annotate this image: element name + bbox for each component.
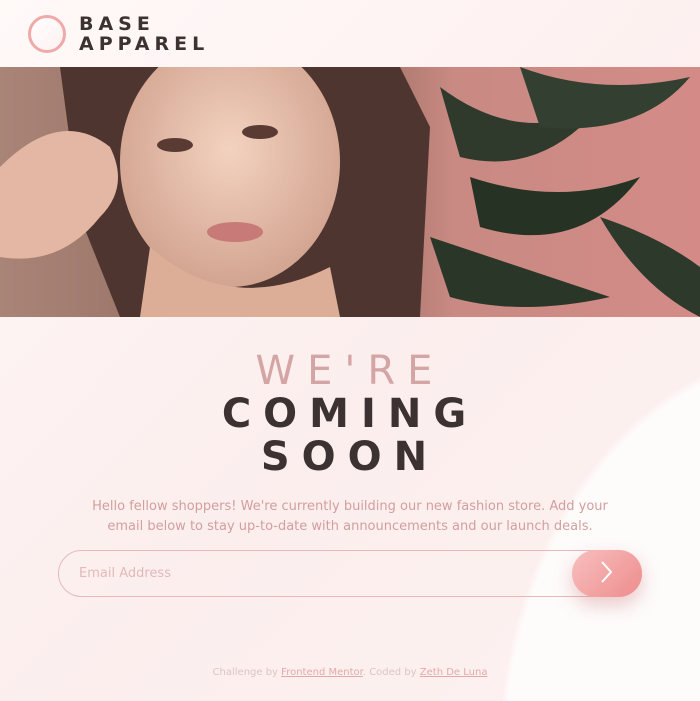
attribution-middle: . Coded by: [362, 667, 417, 678]
hero-photo: [0, 67, 700, 317]
chevron-right-icon: [601, 561, 613, 586]
submit-button[interactable]: [572, 550, 642, 597]
headline-were: WE'RE: [255, 348, 445, 394]
email-input[interactable]: [58, 550, 642, 597]
headline-soon: SOON: [260, 434, 440, 480]
logo-line-apparel: APPAREL: [79, 32, 210, 55]
headline-coming: COMING: [221, 391, 479, 437]
main-content: WE'RE COMING SOON Hello fellow shoppers!…: [0, 317, 700, 701]
brand-logo[interactable]: BASE APPAREL: [79, 14, 209, 54]
attribution: Challenge by Frontend Mentor. Coded by Z…: [0, 667, 700, 678]
author-link[interactable]: Zeth De Luna: [420, 667, 488, 678]
frontend-mentor-link[interactable]: Frontend Mentor: [281, 667, 363, 678]
logo-line-base: BASE: [79, 12, 155, 35]
description-text: Hello fellow shoppers! We're currently b…: [92, 499, 608, 534]
site-header: BASE APPAREL: [0, 0, 700, 67]
attribution-prefix: Challenge by: [212, 667, 278, 678]
email-form: [58, 550, 642, 597]
ring-logo-icon: [28, 14, 66, 53]
